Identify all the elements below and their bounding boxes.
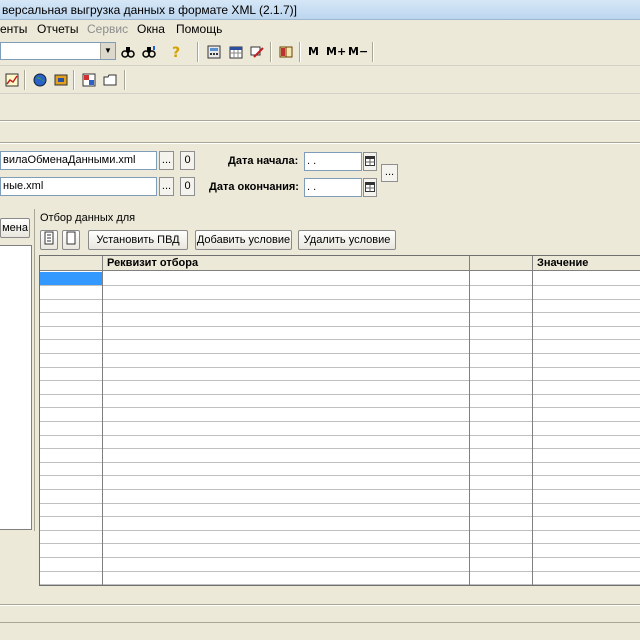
- toolbar-separator: [270, 42, 272, 62]
- table-row[interactable]: [40, 286, 640, 300]
- memory-plus-button[interactable]: M+: [326, 45, 346, 58]
- period-select-button[interactable]: ...: [381, 164, 398, 182]
- table-row[interactable]: [40, 558, 640, 572]
- table-row[interactable]: [40, 340, 640, 354]
- table-row[interactable]: [40, 571, 640, 585]
- table-row[interactable]: [40, 476, 640, 490]
- chevron-down-icon[interactable]: ▼: [100, 43, 115, 59]
- status-bar: [0, 622, 640, 640]
- pencil-icon[interactable]: [247, 42, 267, 62]
- data-file-open-button[interactable]: 0: [180, 177, 195, 196]
- help-icon[interactable]: ?: [166, 42, 186, 62]
- date-end-label: Дата окончания:: [209, 181, 299, 193]
- rules-file-browse-button[interactable]: ...: [159, 151, 174, 170]
- toolbar-separator: [73, 70, 75, 90]
- rules-file-open-button[interactable]: 0: [180, 151, 195, 170]
- data-file-value: ные.xml: [3, 180, 44, 192]
- divider: [0, 604, 640, 606]
- table-row[interactable]: [40, 367, 640, 382]
- grid-column-divider: [469, 256, 470, 585]
- filter-grid[interactable]: Реквизит отбора Значение: [39, 255, 640, 586]
- table-row[interactable]: [40, 326, 640, 341]
- toolbar-separator: [372, 42, 374, 62]
- table-row[interactable]: [40, 313, 640, 327]
- table-row[interactable]: [40, 299, 640, 314]
- table-row[interactable]: [40, 408, 640, 422]
- toolbar-separator: [124, 70, 126, 90]
- date-end-value: . .: [307, 181, 317, 193]
- divider: [0, 142, 640, 144]
- memory-minus-button[interactable]: M−: [348, 45, 368, 58]
- menu-service[interactable]: Сервис: [87, 22, 128, 36]
- table-row[interactable]: [40, 530, 640, 545]
- table-row[interactable]: [40, 381, 640, 395]
- globe-icon[interactable]: [30, 70, 50, 90]
- filter-caption: Отбор данных для: [40, 212, 136, 224]
- exchange-button[interactable]: мена: [0, 218, 30, 238]
- toolbar-combo[interactable]: ▼: [0, 42, 116, 60]
- archive-icon[interactable]: [51, 70, 71, 90]
- check-all-icon[interactable]: [40, 230, 58, 250]
- rules-file-field[interactable]: вилаОбменаДанными.xml: [0, 151, 157, 170]
- menu-reports[interactable]: Отчеты: [37, 22, 78, 36]
- calendar-icon[interactable]: [226, 42, 246, 62]
- toolbar-2: [0, 66, 640, 94]
- calendar-icon[interactable]: [363, 152, 377, 171]
- menu-bar: енты Отчеты Сервис Окна Помощь: [0, 20, 640, 38]
- toolbar-separator: [197, 42, 199, 62]
- calculator-icon[interactable]: [204, 42, 224, 62]
- column-header-value[interactable]: Значение: [537, 257, 588, 269]
- grid-column-divider: [102, 256, 103, 585]
- table-row[interactable]: [40, 272, 640, 286]
- selected-cell[interactable]: [40, 272, 102, 285]
- table-row[interactable]: [40, 354, 640, 368]
- grid-column-divider: [532, 256, 533, 585]
- set-pvd-button[interactable]: Установить ПВД: [88, 230, 188, 250]
- table-row[interactable]: [40, 449, 640, 463]
- divider: [0, 120, 640, 122]
- find-icon[interactable]: [118, 42, 138, 62]
- table-row[interactable]: [40, 462, 640, 477]
- menu-help[interactable]: Помощь: [176, 22, 222, 36]
- toolbar-separator: [24, 70, 26, 90]
- title-bar: версальная выгрузка данных в формате XML…: [0, 0, 640, 20]
- toolbar-separator: [299, 42, 301, 62]
- calendar-icon[interactable]: [363, 178, 377, 197]
- date-end-field[interactable]: . .: [304, 178, 362, 197]
- delete-condition-button[interactable]: Удалить условие: [298, 230, 396, 250]
- table-row[interactable]: [40, 503, 640, 518]
- uncheck-all-icon[interactable]: [62, 230, 80, 250]
- menu-documents[interactable]: енты: [0, 22, 27, 36]
- image-icon[interactable]: [79, 70, 99, 90]
- window-title: версальная выгрузка данных в формате XML…: [2, 3, 298, 17]
- table-row[interactable]: [40, 490, 640, 504]
- folder-icon[interactable]: [100, 70, 120, 90]
- table-row[interactable]: [40, 544, 640, 558]
- toolbar-1: ▼ ? M M+ M−: [0, 38, 640, 66]
- chart-icon[interactable]: [2, 70, 22, 90]
- data-file-field[interactable]: ные.xml: [0, 177, 157, 196]
- svg-text:?: ?: [172, 45, 180, 60]
- memory-button[interactable]: M: [308, 45, 319, 58]
- find-next-icon[interactable]: [139, 42, 159, 62]
- date-start-field[interactable]: . .: [304, 152, 362, 171]
- add-condition-button[interactable]: Добавить условие: [195, 230, 292, 250]
- table-row[interactable]: [40, 394, 640, 409]
- date-start-value: . .: [307, 155, 317, 167]
- column-header-requisite[interactable]: Реквизит отбора: [107, 257, 198, 269]
- data-file-browse-button[interactable]: ...: [159, 177, 174, 196]
- date-start-label: Дата начала:: [228, 155, 299, 167]
- left-list[interactable]: [0, 245, 32, 530]
- book-icon[interactable]: [276, 42, 296, 62]
- menu-windows[interactable]: Окна: [137, 22, 165, 36]
- rules-file-value: вилаОбменаДанными.xml: [3, 154, 136, 166]
- table-row[interactable]: [40, 435, 640, 450]
- grid-header: Реквизит отбора Значение: [40, 256, 640, 271]
- table-row[interactable]: [40, 422, 640, 436]
- table-row[interactable]: [40, 517, 640, 531]
